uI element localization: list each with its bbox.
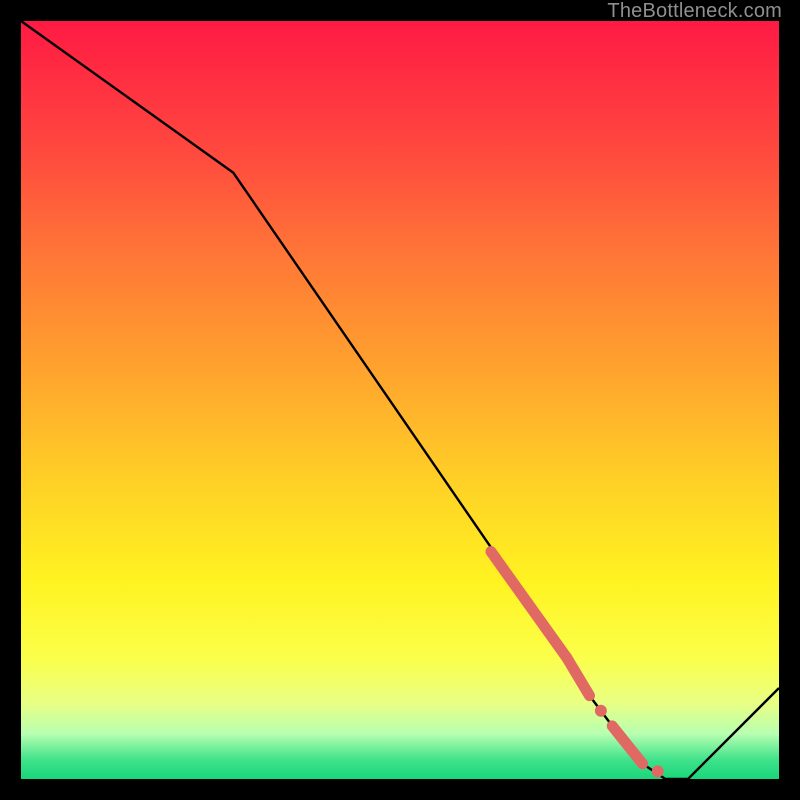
chart-svg [21,21,779,779]
watermark-text: TheBottleneck.com [607,0,782,23]
bottleneck-curve [21,21,779,779]
highlight-dot [652,765,664,777]
highlight-markers [491,552,664,778]
highlight-dot [595,705,607,717]
line-series [21,21,779,779]
highlight-segment [612,726,642,764]
highlight-segment [567,658,590,696]
highlight-segment [491,552,567,658]
chart-frame: TheBottleneck.com [0,0,800,800]
